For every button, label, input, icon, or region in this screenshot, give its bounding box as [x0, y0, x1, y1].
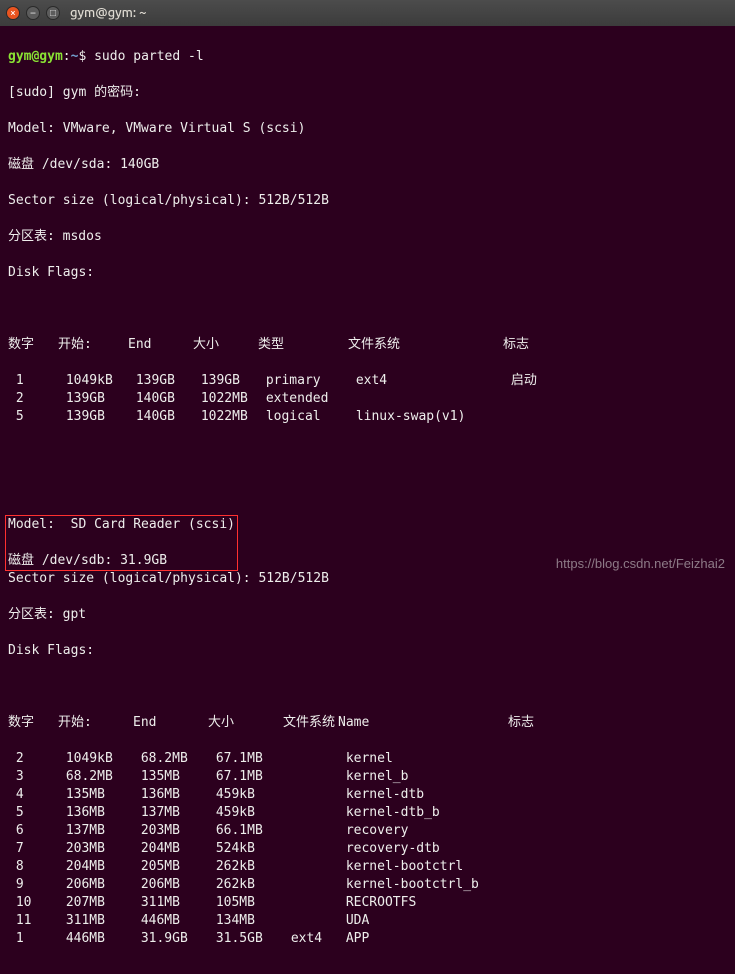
- close-icon[interactable]: ×: [6, 6, 20, 20]
- table-row: 2139GB140GB1022MBextended: [8, 390, 727, 408]
- table-row: 6137MB203MB66.1MBrecovery: [8, 822, 727, 840]
- sudo-prompt: [sudo] gym 的密码:: [8, 84, 727, 102]
- table-row: 11049kB139GB139GBprimaryext4启动: [8, 372, 727, 390]
- table-row: 1446MB31.9GB31.5GBext4APP: [8, 930, 727, 948]
- disk2-header: 数字开始:End大小文件系统Name标志: [8, 714, 727, 732]
- command-text: sudo parted -l: [94, 49, 204, 64]
- window-titlebar: × – □ gym@gym: ~: [0, 0, 735, 26]
- table-row: 5139GB140GB1022MBlogicallinux-swap(v1): [8, 408, 727, 426]
- disk1-sector: Sector size (logical/physical): 512B/512…: [8, 192, 727, 210]
- disk2-flags: Disk Flags:: [8, 642, 727, 660]
- table-row: 10207MB311MB105MBRECROOTFS: [8, 894, 727, 912]
- table-row: 5136MB137MB459kBkernel-dtb_b: [8, 804, 727, 822]
- prompt-line: gym@gym:~$ sudo parted -l: [8, 48, 727, 66]
- minimize-icon[interactable]: –: [26, 6, 40, 20]
- disk1-model: Model: VMware, VMware Virtual S (scsi): [8, 120, 727, 138]
- window-title: gym@gym: ~: [70, 6, 146, 20]
- terminal-content[interactable]: gym@gym:~$ sudo parted -l [sudo] gym 的密码…: [0, 26, 735, 974]
- watermark-text: https://blog.csdn.net/Feizhai2: [556, 556, 725, 571]
- disk2-sector: Sector size (logical/physical): 512B/512…: [8, 570, 727, 588]
- prompt-userhost: gym@gym: [8, 49, 63, 64]
- disk2-ptable: 分区表: gpt: [8, 606, 727, 624]
- maximize-icon[interactable]: □: [46, 6, 60, 20]
- table-row: 4135MB136MB459kBkernel-dtb: [8, 786, 727, 804]
- table-row: 368.2MB135MB67.1MBkernel_b: [8, 768, 727, 786]
- disk2-path: 磁盘 /dev/sdb: 31.9GB: [8, 552, 235, 570]
- table-row: 7203MB204MB524kBrecovery-dtb: [8, 840, 727, 858]
- disk2-model: Model: SD Card Reader (scsi): [8, 516, 235, 534]
- disk1-flags: Disk Flags:: [8, 264, 727, 282]
- disk1-path: 磁盘 /dev/sda: 140GB: [8, 156, 727, 174]
- table-row: 21049kB68.2MB67.1MBkernel: [8, 750, 727, 768]
- table-row: 9206MB206MB262kBkernel-bootctrl_b: [8, 876, 727, 894]
- highlight-box: Model: SD Card Reader (scsi) 磁盘 /dev/sdb…: [5, 515, 238, 571]
- table-row: 11311MB446MB134MBUDA: [8, 912, 727, 930]
- disk1-ptable: 分区表: msdos: [8, 228, 727, 246]
- disk1-header: 数字开始:End大小类型文件系统标志: [8, 336, 727, 354]
- table-row: 8204MB205MB262kBkernel-bootctrl: [8, 858, 727, 876]
